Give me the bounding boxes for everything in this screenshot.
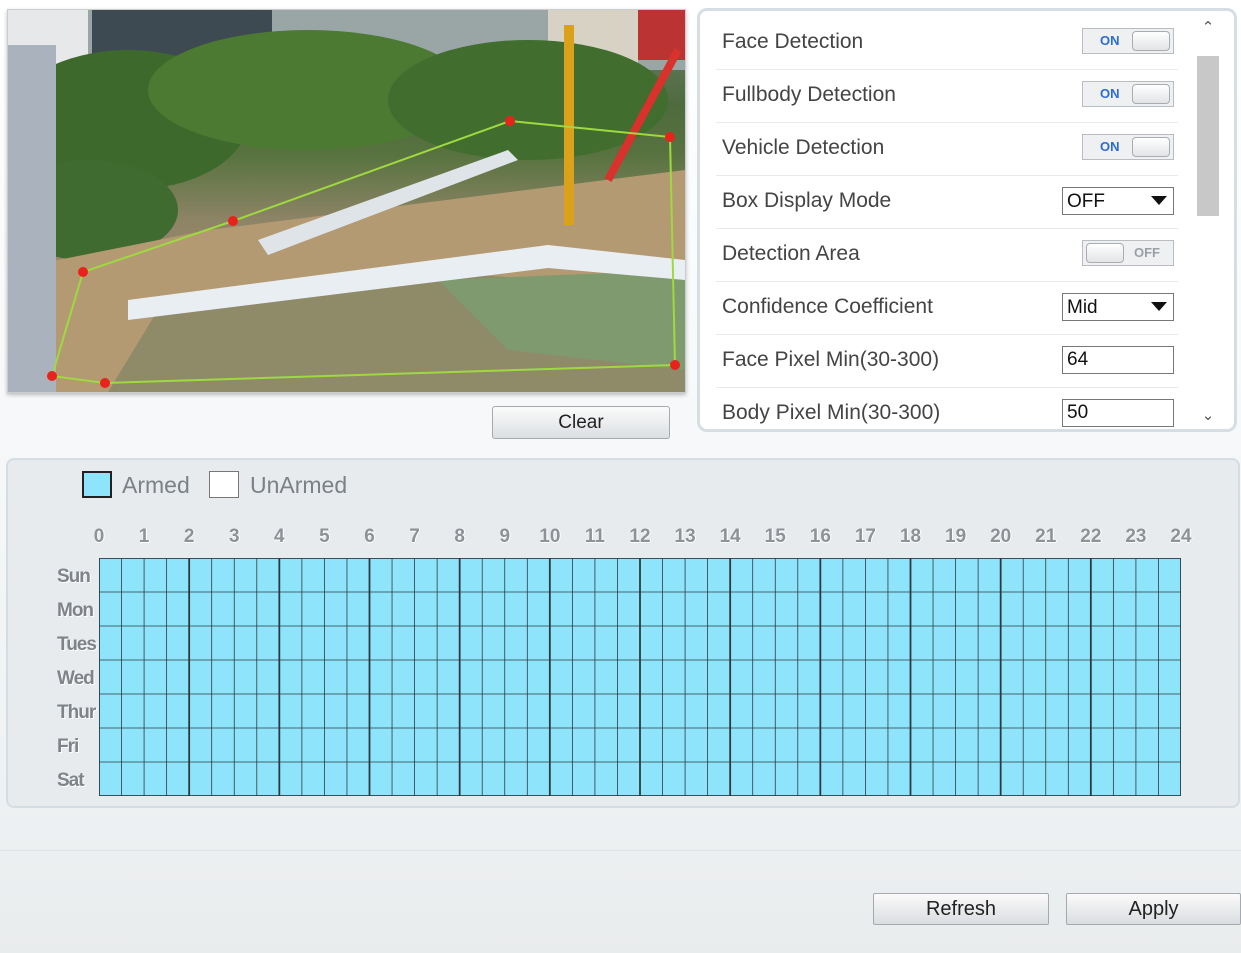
- hour-label: 0: [93, 526, 105, 547]
- hour-label: 17: [854, 526, 876, 547]
- region-point[interactable]: [505, 116, 515, 126]
- fullbody-detection-toggle[interactable]: ON: [1082, 81, 1174, 107]
- fullbody-detection-row: Fullbody Detection ON: [716, 69, 1178, 123]
- divider: [0, 850, 1241, 851]
- hour-label: 15: [764, 526, 786, 547]
- chevron-down-icon[interactable]: ⌄: [1201, 408, 1215, 423]
- face-detection-row: Face Detection ON: [716, 16, 1178, 70]
- setting-label: Detection Area: [722, 242, 860, 265]
- setting-label: Vehicle Detection: [722, 136, 885, 159]
- setting-label: Confidence Coefficient: [722, 295, 933, 318]
- setting-label: Face Detection: [722, 30, 864, 53]
- vehicle-detection-row: Vehicle Detection ON: [716, 122, 1178, 176]
- day-label: Mon: [57, 600, 94, 621]
- hour-label: 12: [629, 526, 651, 547]
- hour-label: 18: [899, 526, 922, 547]
- unarmed-swatch[interactable]: [209, 471, 239, 498]
- detection-region[interactable]: [8, 10, 685, 392]
- hour-label: 7: [409, 526, 420, 547]
- unarmed-label: UnArmed: [250, 472, 348, 498]
- settings-scrollbar[interactable]: ⌃ ⌄: [1197, 19, 1219, 427]
- hour-label: 19: [945, 526, 967, 547]
- face-detection-toggle[interactable]: ON: [1082, 28, 1174, 54]
- hour-label: 13: [674, 526, 696, 547]
- arming-schedule: Armed UnArmed 0 1 2 3 4 5 6 7 8 9 10 11 12 13 14 15 16 17…: [6, 458, 1240, 808]
- hour-label: 4: [274, 526, 285, 547]
- scroll-thumb[interactable]: [1197, 56, 1219, 216]
- body-pixel-min-row: Body Pixel Min(30-300): [716, 387, 1178, 429]
- apply-button[interactable]: Apply: [1066, 893, 1241, 925]
- region-point[interactable]: [665, 132, 675, 142]
- refresh-button[interactable]: Refresh: [873, 893, 1049, 925]
- armed-swatch[interactable]: [82, 471, 112, 498]
- hour-label: 11: [584, 526, 605, 547]
- confidence-coefficient-row: Confidence Coefficient Mid: [716, 281, 1178, 335]
- caret-down-icon: [1151, 302, 1167, 311]
- region-point[interactable]: [670, 360, 680, 370]
- setting-label: Fullbody Detection: [722, 83, 896, 106]
- hour-label: 24: [1170, 526, 1192, 547]
- hour-label: 2: [183, 526, 195, 547]
- box-display-mode-select[interactable]: OFF: [1062, 187, 1174, 215]
- hour-label: 3: [228, 526, 240, 547]
- face-pixel-min-row: Face Pixel Min(30-300): [716, 334, 1178, 388]
- vehicle-detection-toggle[interactable]: ON: [1082, 134, 1174, 160]
- day-label: Tues: [57, 634, 97, 655]
- detection-area-toggle[interactable]: OFF: [1082, 240, 1174, 266]
- face-pixel-min-input[interactable]: [1062, 346, 1174, 374]
- day-label: Sun: [57, 566, 91, 587]
- camera-preview[interactable]: [7, 9, 686, 393]
- setting-label: Face Pixel Min(30-300): [722, 348, 940, 371]
- box-display-mode-row: Box Display Mode OFF: [716, 175, 1178, 229]
- clear-button[interactable]: Clear: [492, 406, 670, 439]
- day-label: Fri: [57, 736, 79, 757]
- hour-label: 6: [364, 526, 375, 547]
- region-point[interactable]: [228, 216, 238, 226]
- hour-label: 23: [1125, 526, 1147, 547]
- chevron-up-icon[interactable]: ⌃: [1201, 20, 1215, 35]
- confidence-coefficient-select[interactable]: Mid: [1062, 293, 1174, 321]
- armed-label: Armed: [122, 472, 190, 498]
- hour-label: 21: [1035, 526, 1057, 547]
- hour-label: 5: [319, 526, 330, 547]
- hour-label: 22: [1080, 526, 1102, 547]
- setting-label: Box Display Mode: [722, 189, 892, 212]
- hour-label: 8: [454, 526, 465, 547]
- body-pixel-min-input[interactable]: [1062, 399, 1174, 427]
- schedule-grid[interactable]: [99, 558, 1181, 796]
- setting-label: Body Pixel Min(30-300): [722, 401, 941, 424]
- caret-down-icon: [1151, 196, 1167, 205]
- hour-label: 16: [809, 526, 831, 547]
- hour-label: 20: [990, 526, 1012, 547]
- hour-label: 9: [499, 526, 511, 547]
- day-label: Wed: [57, 668, 95, 689]
- hour-label: 1: [138, 526, 150, 547]
- hour-label: 10: [539, 526, 561, 547]
- detection-area-row: Detection Area OFF: [716, 228, 1178, 282]
- day-label: Thur: [57, 702, 96, 723]
- region-point[interactable]: [78, 267, 88, 277]
- hour-label: 14: [719, 526, 741, 547]
- region-point[interactable]: [100, 378, 110, 388]
- region-point[interactable]: [47, 371, 57, 381]
- day-label: Sat: [57, 770, 85, 791]
- detection-settings-panel: Face Detection ON Fullbody Detection ON …: [697, 8, 1237, 432]
